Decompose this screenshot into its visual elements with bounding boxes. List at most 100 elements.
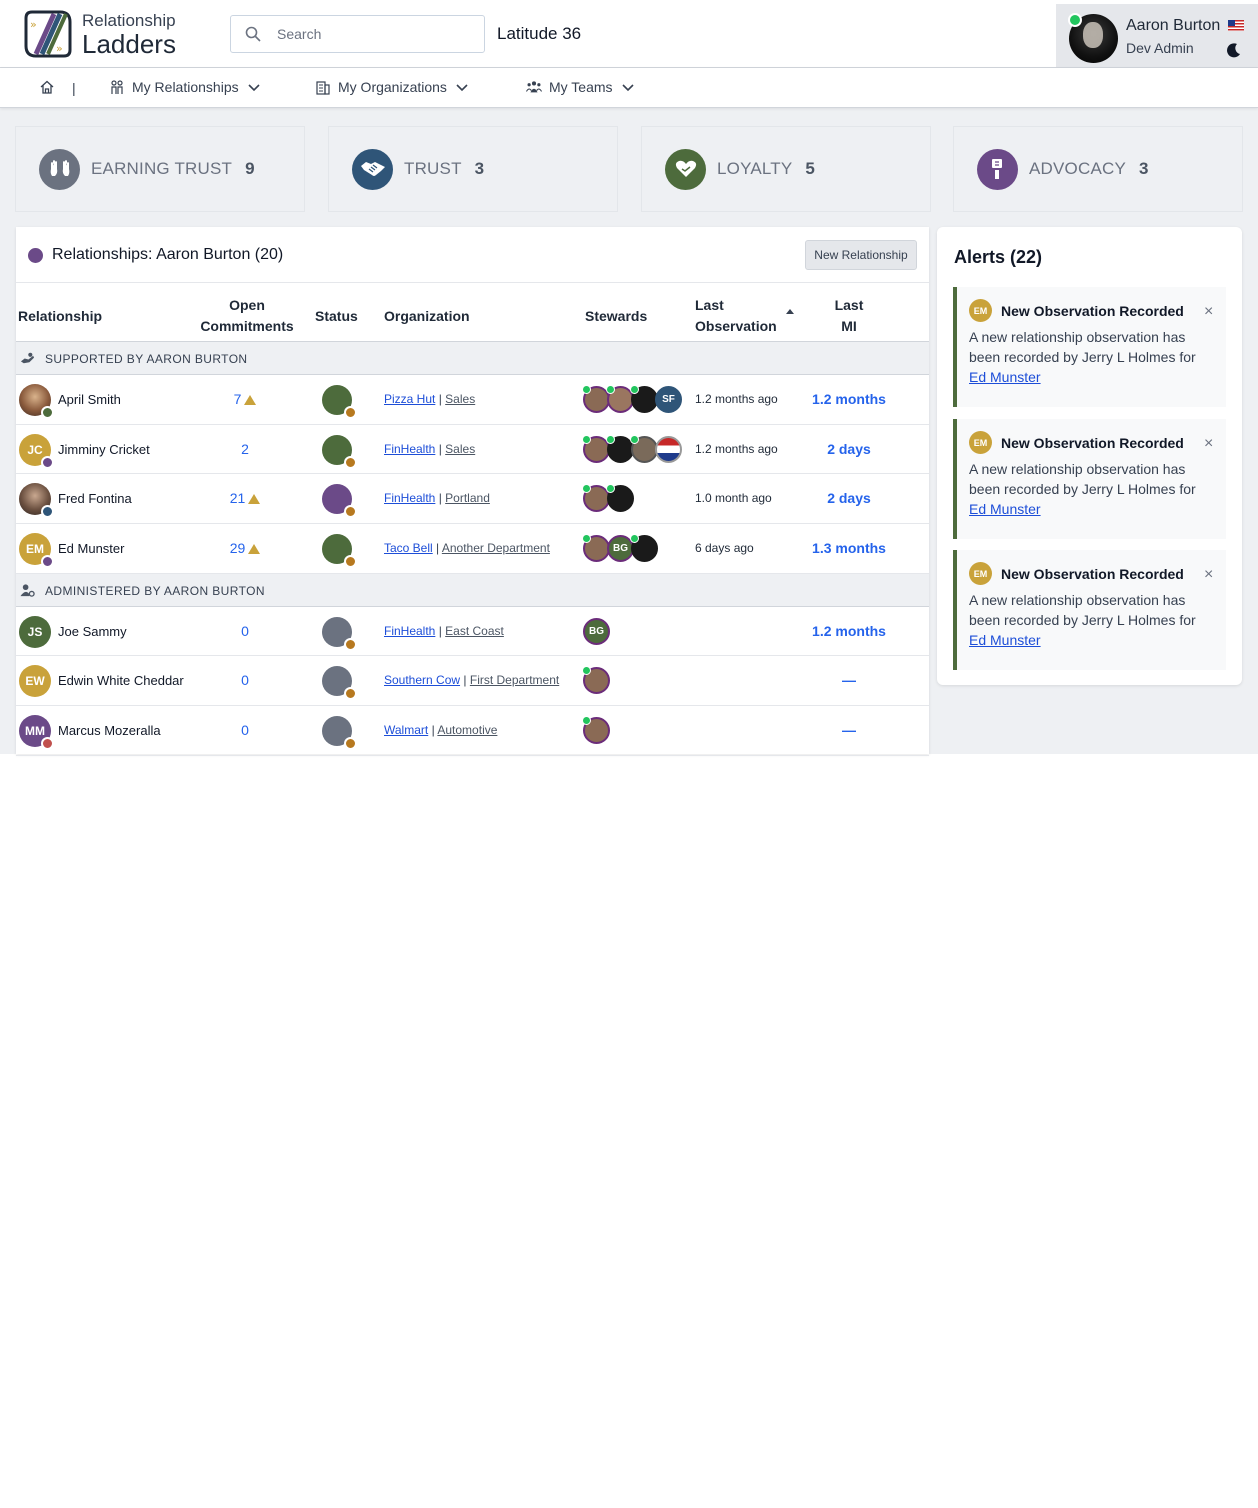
table-row[interactable]: EM Ed Munster 29 Taco Bell | Another Dep… (16, 524, 929, 574)
org-name: Latitude 36 (497, 24, 582, 43)
stage-advocacy[interactable]: ADVOCACY 3 (953, 126, 1243, 212)
avatar[interactable]: JC (19, 433, 54, 469)
earning-trust-status-icon[interactable] (322, 666, 357, 701)
department-link[interactable]: Another Department (442, 541, 550, 555)
earning-trust-status-icon[interactable] (322, 616, 357, 651)
col-status[interactable]: Status (315, 306, 358, 327)
people-icon (111, 80, 123, 94)
relationship-name[interactable]: Fred Fontina (58, 491, 132, 506)
alert-link[interactable]: Ed Munster (969, 632, 1041, 648)
online-dot-icon (582, 434, 591, 444)
relationship-name[interactable]: Ed Munster (58, 541, 124, 556)
organization-cell: Pizza Hut | Sales (384, 392, 475, 406)
avatar[interactable] (19, 384, 54, 419)
stewards-list: BG (582, 534, 658, 563)
avatar: EM (969, 562, 992, 585)
steward-avatar[interactable]: SF (655, 386, 682, 413)
alert-link[interactable]: Ed Munster (969, 369, 1041, 385)
search-icon (245, 26, 261, 42)
organization-link[interactable]: Pizza Hut (384, 392, 435, 406)
steward-avatar[interactable] (655, 435, 682, 463)
col-last-mi[interactable]: Last MI (829, 295, 869, 337)
stage-earning-trust[interactable]: EARNING TRUST 9 (15, 126, 305, 212)
logo[interactable]: » » Relationship Ladders (22, 8, 176, 60)
steward-avatar[interactable] (630, 385, 658, 413)
stage-trust[interactable]: TRUST 3 (328, 126, 618, 212)
alert-card[interactable]: EM New Observation Recorded × A new rela… (953, 287, 1226, 407)
close-icon[interactable]: × (1204, 435, 1213, 453)
megaphone-person-icon (977, 148, 1018, 190)
avatar[interactable]: EW (19, 665, 51, 698)
relationship-name[interactable]: Joe Sammy (58, 624, 127, 639)
steward-avatar[interactable] (606, 484, 634, 513)
search-input[interactable] (277, 26, 457, 42)
moon-icon[interactable] (1226, 42, 1242, 58)
avatar[interactable]: MM (19, 715, 54, 751)
steward-avatar[interactable]: BG (583, 617, 610, 645)
avatar-initials: MM (25, 724, 45, 739)
department-link[interactable]: Portland (445, 491, 490, 505)
close-icon[interactable]: × (1204, 566, 1213, 584)
department-link[interactable]: Automotive (437, 723, 497, 737)
table-row[interactable]: EW Edwin White Cheddar 0 Southern Cow | … (16, 656, 929, 707)
organization-link[interactable]: Walmart (384, 723, 428, 737)
department-link[interactable]: Sales (445, 392, 475, 406)
col-open-commitments[interactable]: Open Commitments (200, 295, 294, 337)
avatar[interactable] (19, 483, 54, 519)
steward-avatar[interactable] (630, 534, 658, 563)
home-link[interactable] (39, 79, 55, 95)
alert-card[interactable]: EM New Observation Recorded × A new rela… (953, 419, 1226, 539)
new-relationship-button[interactable]: New Relationship (805, 240, 917, 270)
department-link[interactable]: Sales (445, 442, 475, 456)
table-row[interactable]: April Smith 7 Pizza Hut | Sales SF 1.2 m… (16, 375, 929, 425)
steward-avatar[interactable] (582, 534, 610, 563)
steward-avatar[interactable] (630, 434, 658, 463)
avatar[interactable]: EM (19, 533, 54, 569)
relationship-name[interactable]: April Smith (58, 392, 121, 407)
sort-ascending-icon[interactable] (786, 309, 794, 314)
relationship-name[interactable]: Marcus Mozeralla (58, 723, 161, 738)
avatar-initials: EM (26, 542, 44, 557)
table-row[interactable]: Fred Fontina 21 FinHealth | Portland 1.0… (16, 474, 929, 525)
col-stewards[interactable]: Stewards (585, 306, 647, 327)
svg-text:»: » (56, 42, 63, 55)
loyalty-status-icon[interactable] (322, 534, 357, 569)
table-row[interactable]: JC Jimminy Cricket 2 FinHealth | Sales 1… (16, 425, 929, 475)
loyalty-status-icon[interactable] (322, 434, 357, 469)
loyalty-status-icon[interactable] (322, 385, 357, 419)
col-organization[interactable]: Organization (384, 306, 470, 327)
relationship-name[interactable]: Edwin White Cheddar (58, 673, 184, 688)
table-row[interactable]: JS Joe Sammy 0 FinHealth | East Coast BG… (16, 607, 929, 657)
organization-link[interactable]: FinHealth (384, 491, 435, 505)
col-relationship[interactable]: Relationship (18, 306, 102, 327)
steward-avatar[interactable] (582, 716, 610, 745)
stage-mini-icon (41, 406, 54, 419)
table-row[interactable]: MM Marcus Mozeralla 0 Walmart | Automoti… (16, 706, 929, 756)
nav-my-relationships[interactable]: My Relationships (109, 79, 261, 95)
avatar[interactable]: JS (19, 615, 51, 648)
organization-link[interactable]: FinHealth (384, 442, 435, 456)
search-box[interactable] (230, 15, 485, 53)
stage-loyalty[interactable]: LOYALTY 5 (641, 126, 931, 212)
department-link[interactable]: First Department (470, 673, 559, 687)
stage-mini-icon (41, 455, 54, 469)
organization-link[interactable]: FinHealth (384, 624, 435, 638)
stewards-list: BG (583, 617, 610, 645)
alert-card[interactable]: EM New Observation Recorded × A new rela… (953, 550, 1226, 670)
nav-my-organizations[interactable]: My Organizations (315, 79, 469, 95)
relationship-name[interactable]: Jimminy Cricket (58, 442, 150, 457)
us-flag-icon[interactable] (1228, 20, 1244, 31)
nav-my-teams[interactable]: My Teams (526, 79, 635, 95)
steward-avatar[interactable] (582, 666, 610, 695)
alert-link[interactable]: Ed Munster (969, 501, 1041, 517)
organization-link[interactable]: Taco Bell (384, 541, 433, 555)
organization-link[interactable]: Southern Cow (384, 673, 460, 687)
department-link[interactable]: East Coast (445, 624, 504, 638)
earning-trust-status-icon[interactable] (322, 716, 357, 751)
user-menu[interactable]: Aaron Burton Dev Admin (1056, 4, 1258, 67)
user-name: Aaron Burton (1126, 17, 1221, 34)
advocacy-status-icon[interactable] (322, 484, 357, 519)
chevron-down-icon (456, 84, 468, 92)
close-icon[interactable]: × (1204, 303, 1213, 321)
col-last-observation[interactable]: Last Observation (695, 295, 777, 337)
